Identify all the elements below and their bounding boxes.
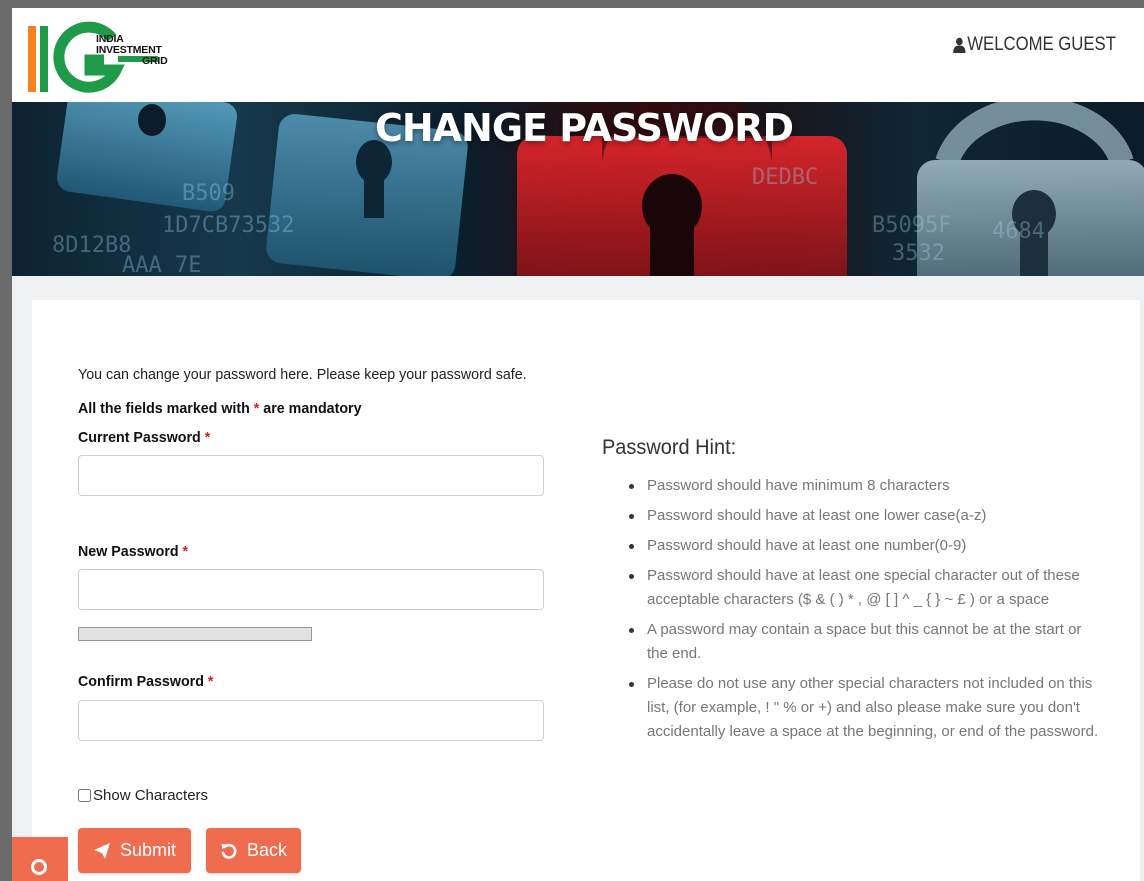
- svg-text:B509: B509: [182, 181, 235, 206]
- hint-item: Password should have at least one lower …: [629, 504, 1099, 528]
- search-button[interactable]: [12, 837, 68, 881]
- password-strength-bar: [78, 627, 312, 641]
- hint-item: A password may contain a space but this …: [629, 618, 1099, 666]
- svg-text:3532: 3532: [892, 241, 945, 266]
- svg-text:B5095F: B5095F: [872, 213, 951, 238]
- hint-item: Please do not use any other special char…: [629, 672, 1099, 744]
- submit-button[interactable]: Submit: [78, 828, 191, 873]
- svg-text:4684: 4684: [992, 219, 1045, 244]
- user-icon: [953, 37, 966, 53]
- logo-text: INDIA INVESTMENT GRID: [96, 33, 168, 67]
- logo[interactable]: INDIA INVESTMENT GRID: [24, 20, 184, 96]
- current-password-input[interactable]: [78, 455, 544, 496]
- page-frame: INDIA INVESTMENT GRID WELCOME GUEST B509…: [12, 8, 1144, 881]
- page-title: CHANGE PASSWORD: [374, 106, 794, 150]
- confirm-password-input[interactable]: [78, 700, 544, 741]
- svg-text:DEDBC: DEDBC: [752, 165, 818, 190]
- undo-icon: [221, 843, 237, 859]
- welcome-guest[interactable]: WELCOME GUEST: [953, 34, 1116, 56]
- svg-text:8D12B8: 8D12B8: [52, 233, 131, 258]
- banner: B509 1D7CB73532 8D12B8 AAA 7E B5095F 353…: [12, 102, 1144, 276]
- header: INDIA INVESTMENT GRID WELCOME GUEST: [12, 8, 1144, 102]
- show-characters-checkbox[interactable]: [78, 789, 91, 802]
- svg-text:1D7CB73532: 1D7CB73532: [162, 213, 294, 238]
- hint-item: Password should have at least one number…: [629, 534, 1099, 558]
- confirm-password-label: Confirm Password *: [78, 673, 214, 690]
- back-button[interactable]: Back: [206, 828, 301, 873]
- mandatory-note: All the fields marked with * are mandato…: [78, 400, 362, 417]
- show-characters-toggle[interactable]: Show Characters: [78, 787, 208, 804]
- svg-text:AAA 7E: AAA 7E: [122, 253, 201, 276]
- paper-plane-icon: [93, 842, 110, 859]
- intro-text: You can change your password here. Pleas…: [78, 366, 527, 383]
- hint-item: Password should have at least one specia…: [629, 564, 1099, 612]
- welcome-text: WELCOME GUEST: [967, 34, 1116, 55]
- hint-item: Password should have minimum 8 character…: [629, 474, 1099, 498]
- new-password-label: New Password *: [78, 543, 189, 560]
- current-password-label: Current Password *: [78, 429, 211, 446]
- new-password-input[interactable]: [78, 569, 544, 610]
- password-hint-title: Password Hint:: [602, 436, 737, 459]
- change-password-card: You can change your password here. Pleas…: [32, 300, 1140, 881]
- search-icon: [31, 859, 47, 875]
- password-hint-list: Password should have minimum 8 character…: [629, 474, 1099, 750]
